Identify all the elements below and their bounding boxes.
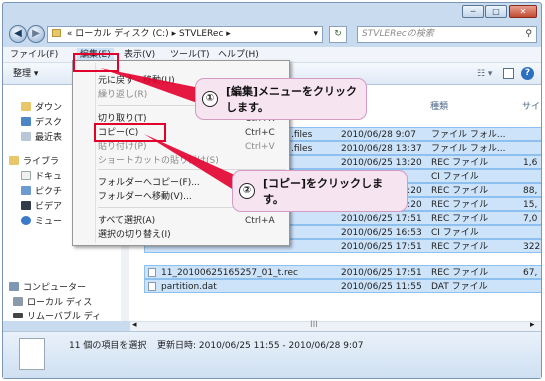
callout-2-line1: [コピー]をクリックしま (263, 177, 384, 190)
callout-1-pointer (100, 68, 200, 104)
callout-1-line2: します。 (226, 101, 269, 114)
callout-1-line1: [編集]メニューをクリック (226, 85, 358, 98)
callout-2: ② [コピー]をクリックしま す。 (232, 170, 408, 212)
callout-1-number: ① (202, 91, 218, 107)
callout-2-line2: す。 (263, 193, 284, 206)
callout-1: ① [編集]メニューをクリック します。 (195, 78, 367, 120)
callout-2-number: ② (239, 183, 255, 199)
callout-2-pointer (144, 134, 237, 192)
